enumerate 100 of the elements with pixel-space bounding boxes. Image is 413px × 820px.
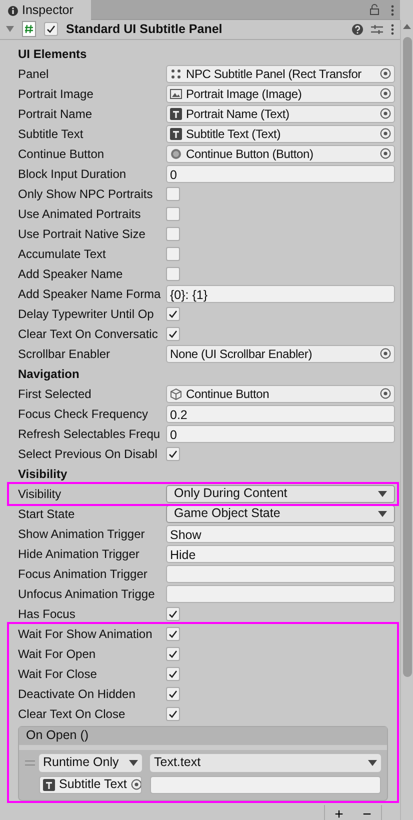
field-label: Only Show NPC Portraits [18,186,154,203]
object-value: Subtitle Text [59,776,127,793]
dropdown-caret-icon [378,510,387,517]
field-label: Wait For Open [18,646,97,663]
checkbox[interactable] [166,686,180,701]
dropdown[interactable]: Runtime Only [39,754,142,772]
inspector-tab[interactable]: Inspector [0,0,91,21]
checkbox[interactable] [166,606,180,621]
input-field[interactable]: Hide [166,544,395,563]
checkbox[interactable] [166,206,180,221]
check-icon [168,448,178,459]
field-label: Accumulate Text [18,246,107,263]
scrollbar[interactable] [400,20,413,820]
field-label: Focus Animation Trigger [18,566,148,583]
image-icon [170,88,182,100]
help-icon [352,24,363,35]
field-label: Select Previous On Disabl [18,446,158,463]
more-icon [391,24,394,35]
object-field[interactable]: Portrait Image (Image) [166,84,395,103]
dropdown-caret-icon [378,490,387,497]
checkbox[interactable] [166,306,180,321]
field-label: Visibility [18,486,62,503]
text-icon [170,128,182,140]
section-header: Navigation [18,366,80,383]
checkbox[interactable] [166,446,180,461]
object-field[interactable]: None (UI Scrollbar Enabler) [166,344,395,363]
object-field[interactable]: Continue Button (Button) [166,144,395,163]
check-icon [168,328,178,339]
dropdown[interactable]: Only During Content [166,484,395,503]
object-field[interactable]: Subtitle Text (Text) [166,124,395,143]
object-field[interactable]: NPC Subtitle Panel (Rect Transfor [166,64,395,83]
field-label: Block Input Duration [18,166,128,183]
dropdown-value: Text.text [154,754,201,772]
field-label: Panel [18,66,50,83]
check-icon [168,648,178,659]
object-field[interactable]: Subtitle Text [39,776,142,794]
object-value: Portrait Name (Text) [186,106,290,122]
input-field[interactable]: {0}: {1} [166,284,395,303]
field-label: Focus Check Frequency [18,406,150,423]
field-label: Clear Text On Conversatic [18,326,159,343]
field-label: First Selected [18,386,92,403]
checkbox[interactable] [166,186,180,201]
object-picker-icon [380,388,391,400]
check-icon [168,688,178,699]
input-field[interactable]: 0 [166,424,395,443]
field-label: Delay Typewriter Until Op [18,306,155,323]
text-icon [170,108,182,120]
input-field[interactable] [166,584,395,603]
object-picker-icon [380,128,391,140]
remove-button[interactable]: − [362,806,372,820]
object-picker-icon [380,88,391,100]
checkbox[interactable] [166,646,180,661]
text-icon [43,778,55,791]
checkbox[interactable] [166,266,180,281]
dropdown[interactable]: Text.text [150,754,381,772]
object-field[interactable]: Portrait Name (Text) [166,104,395,123]
field-label: Clear Text On Close [18,706,126,723]
section-header: UI Elements [18,46,87,63]
field-label: Portrait Name [18,106,94,123]
add-button[interactable]: + [334,806,344,820]
dropdown-value: Game Object State [173,506,280,522]
dropdown-value: Runtime Only [43,754,119,772]
checkbox[interactable] [166,706,180,721]
scrollbar-thumb[interactable] [402,37,412,677]
info-icon [8,6,18,16]
component-title: Standard UI Subtitle Panel [66,21,224,38]
check-icon [168,608,178,619]
field-label: Wait For Show Animation [18,626,154,643]
checkbox[interactable] [166,246,180,261]
field-label: Add Speaker Name Forma [18,286,162,303]
input-field[interactable]: 0 [166,164,395,183]
enabled-checkbox[interactable] [44,22,58,36]
field-label: Scrollbar Enabler [18,346,112,363]
field-label: Continue Button [18,146,106,163]
checkbox[interactable] [166,626,180,641]
dropdown-caret-icon [129,760,138,766]
checkbox[interactable] [166,226,180,241]
input-field[interactable] [150,776,381,794]
field-label: Show Animation Trigger [18,526,146,543]
object-picker-icon [380,348,391,360]
scroll-up-icon [403,24,411,29]
object-field[interactable]: Continue Button [166,384,395,403]
field-label: Has Focus [18,606,76,623]
field-label: Use Animated Portraits [18,206,142,223]
check-icon [168,708,178,719]
object-value: None (UI Scrollbar Enabler) [170,346,313,362]
input-field[interactable]: 0.2 [166,404,395,423]
field-label: Refresh Selectables Frequ [18,426,162,443]
more-icon [391,5,394,16]
checkbox[interactable] [166,326,180,341]
check-icon [168,668,178,679]
field-label: Deactivate On Hidden [18,686,136,703]
field-label: Start State [18,506,76,523]
rect-transform-icon [170,68,182,80]
checkbox[interactable] [166,666,180,681]
input-field[interactable] [166,564,395,583]
object-picker-icon [130,779,141,790]
lock-icon [370,4,379,15]
input-field[interactable]: Show [166,524,395,543]
field-label: Hide Animation Trigger [18,546,140,563]
